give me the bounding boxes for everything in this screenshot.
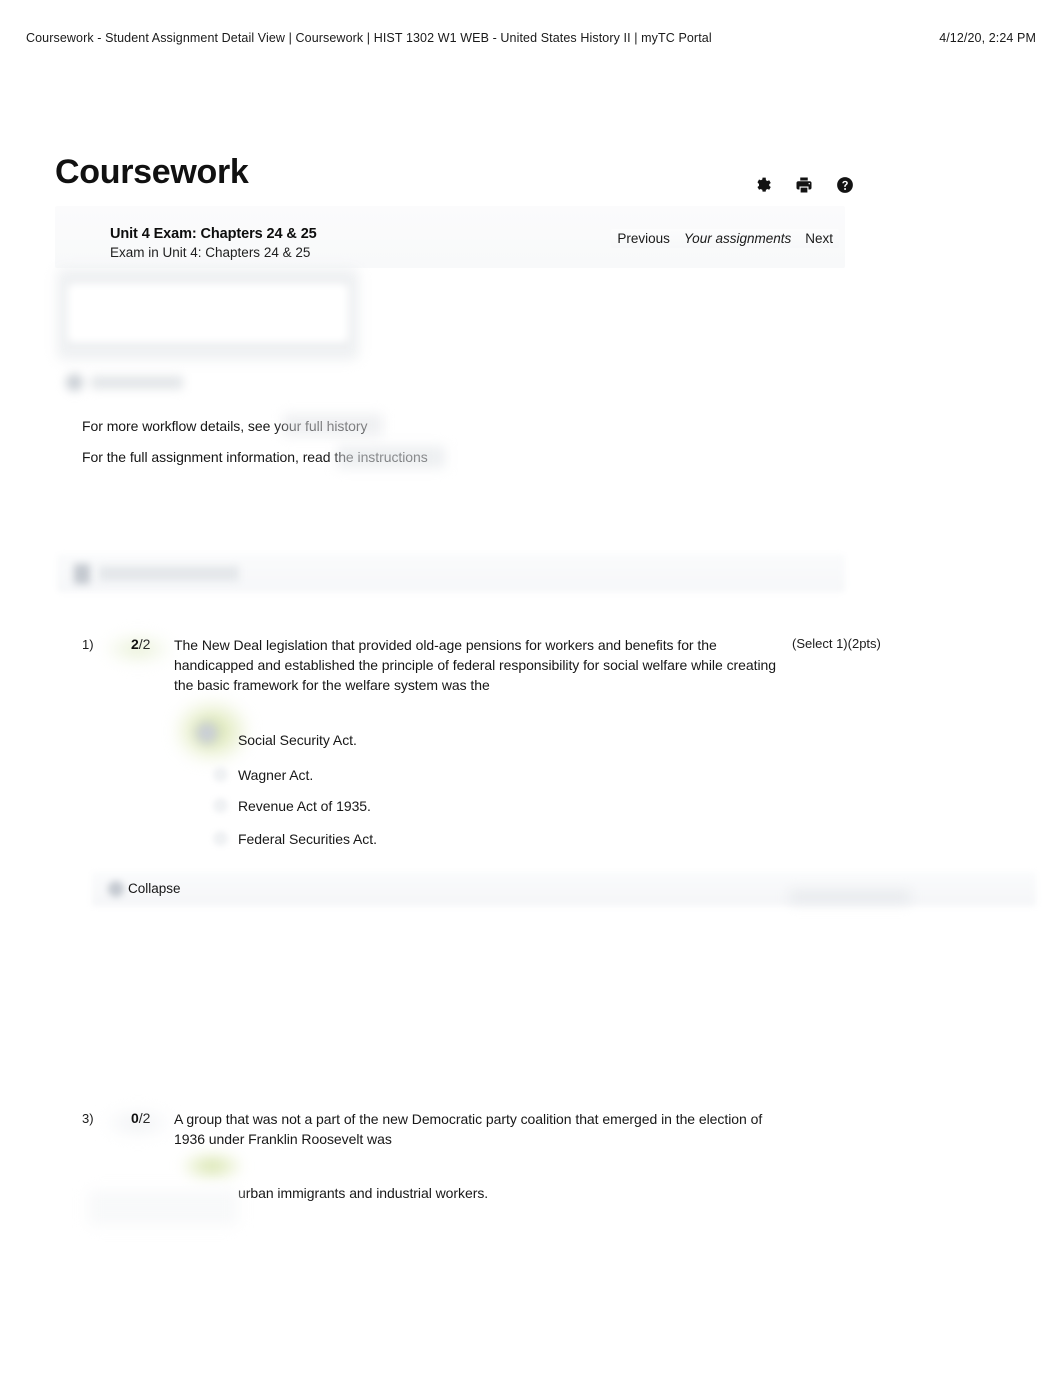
question-3-number: 3)	[82, 1111, 94, 1126]
coursework-page: Coursework - Student Assignment Detail V…	[0, 0, 1062, 1377]
obscured-section-title	[99, 566, 239, 581]
question-3-score: 0/2	[131, 1110, 150, 1126]
help-icon[interactable]	[836, 176, 854, 194]
question-3-option-1[interactable]: urban immigrants and industrial workers.	[238, 1185, 488, 1201]
obscured-label-text	[91, 376, 183, 389]
page-title: Coursework	[55, 153, 249, 191]
obscured-label-row	[66, 374, 183, 391]
collapse-button[interactable]: Collapse	[128, 881, 181, 896]
assignment-title: Unit 4 Exam: Chapters 24 & 25	[110, 226, 317, 242]
question-1-option-3[interactable]: Revenue Act of 1935.	[238, 798, 371, 814]
question-1-option-1[interactable]: Social Security Act.	[238, 732, 357, 748]
assignment-instructions-line[interactable]: For the full assignment information, rea…	[82, 449, 428, 465]
question-1-option-2[interactable]: Wagner Act.	[238, 767, 313, 783]
pager-next-link[interactable]: Next	[805, 231, 833, 246]
question-1-option-2-radio[interactable]	[213, 767, 228, 782]
question-1-score: 2/2	[131, 636, 150, 652]
assignment-subtitle: Exam in Unit 4: Chapters 24 & 25	[110, 245, 311, 260]
question-1-option-3-radio[interactable]	[213, 798, 228, 813]
obscured-status-icon	[66, 374, 83, 391]
obscured-section-icon	[74, 564, 90, 584]
question-1-number: 1)	[82, 637, 94, 652]
question-1-meta: (Select 1)(2pts)	[792, 636, 881, 651]
print-header-datetime: 4/12/20, 2:24 PM	[939, 31, 1036, 45]
question-3-obscured-footer	[88, 1190, 238, 1226]
collapse-chevron-icon[interactable]	[108, 881, 124, 897]
print-header-title: Coursework - Student Assignment Detail V…	[26, 31, 712, 45]
question-1-option-4[interactable]: Federal Securities Act.	[238, 831, 377, 847]
pager-previous-link[interactable]: Previous	[617, 231, 670, 246]
obscured-status-panel-inner	[68, 284, 348, 342]
print-icon[interactable]	[795, 176, 813, 194]
settings-icon[interactable]	[754, 176, 772, 194]
question-1-selected-radio[interactable]	[196, 722, 218, 744]
question-1-score-total: /2	[138, 636, 151, 652]
collapse-row-obscured-text	[790, 890, 910, 904]
header-actions	[754, 176, 854, 194]
pager-your-assignments-link[interactable]: Your assignments	[684, 231, 791, 246]
assignment-pager: Previous Your assignments Next	[611, 229, 839, 248]
question-1-score-earned: 2	[131, 636, 139, 652]
print-header: Coursework - Student Assignment Detail V…	[0, 26, 1062, 50]
question-3-score-earned: 0	[131, 1110, 139, 1126]
question-3-answer-highlight	[182, 1152, 242, 1180]
workflow-history-line[interactable]: For more workflow details, see your full…	[82, 418, 368, 434]
question-3-text: A group that was not a part of the new D…	[174, 1111, 763, 1147]
question-1-text: The New Deal legislation that provided o…	[174, 637, 776, 693]
question-1-option-4-radio[interactable]	[213, 831, 228, 846]
question-3-score-total: /2	[138, 1110, 151, 1126]
